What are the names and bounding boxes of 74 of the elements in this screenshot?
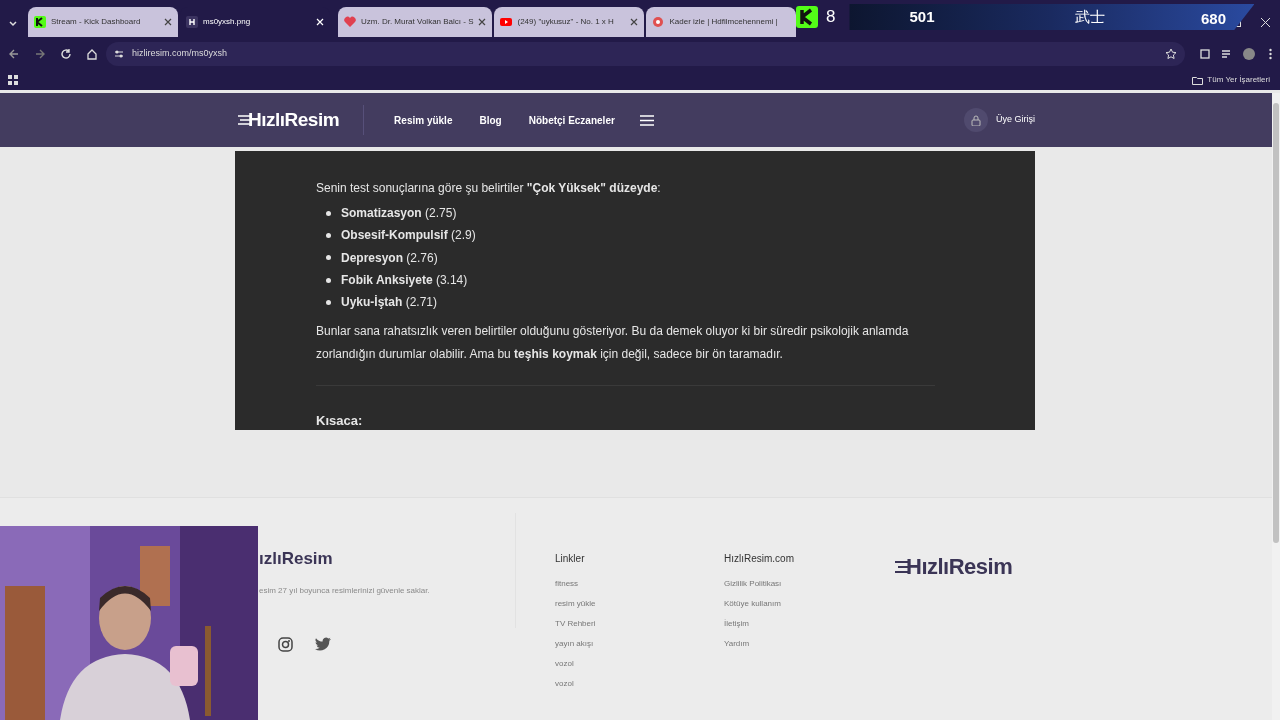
url-text: hizliresim.com/ms0yxsh [132, 47, 228, 61]
lock-icon [964, 108, 988, 132]
bullet-icon [326, 277, 331, 283]
tab-favicon-icon [186, 16, 198, 28]
browser-tab[interactable]: Uzm. Dr. Murat Volkan Balcı - S [338, 7, 493, 37]
tab-title: Uzm. Dr. Murat Volkan Balcı - S [361, 16, 474, 28]
footer-link[interactable]: TV Rehberi [555, 618, 596, 638]
viewer-count: 8 [826, 6, 836, 29]
footer-tagline: esim 27 yıl boyunca resimlerinizi güvenle saklar. [259, 584, 430, 597]
forward-icon[interactable] [34, 48, 46, 60]
footer-link[interactable]: Kötüye kullanım [724, 598, 794, 618]
bookmark-star-icon[interactable] [1165, 48, 1177, 60]
tab-list-icon[interactable] [8, 18, 18, 28]
score-text: 680 [1201, 9, 1227, 29]
footer-link[interactable]: İletişim [724, 618, 794, 638]
login-button[interactable]: Üye Girişi [964, 108, 1035, 132]
footer-link[interactable]: Yardım [724, 638, 794, 658]
footer-column-title: HızlıResim.com [724, 552, 794, 566]
bookmarks-folder[interactable]: Tüm Yer İşaretleri [1192, 74, 1270, 86]
menu-icon[interactable] [639, 114, 654, 126]
list-item-text: Depresyon (2.76) [341, 249, 438, 267]
tab-favicon-icon [500, 16, 513, 28]
kick-logo-icon [796, 6, 818, 28]
nav-link[interactable]: Nöbetçi Eczaneler [528, 112, 615, 128]
browser-tab[interactable]: (249) "uykusuz" - No. 1 x H [494, 7, 645, 37]
home-icon[interactable] [86, 48, 98, 60]
list-item-text: Fobik Anksiyete (3.14) [341, 272, 468, 290]
tab-favicon-icon [652, 16, 665, 28]
close-icon[interactable] [1261, 18, 1270, 27]
footer-link[interactable]: vozol [555, 678, 596, 698]
list-item-text: Obsesif-Kompulsif (2.9) [341, 227, 476, 245]
tab-title: (249) "uykusuz" - No. 1 x H [517, 16, 615, 28]
address-bar[interactable]: hizliresim.com/ms0yxsh [106, 42, 1185, 66]
footer-logo: HızlıResim [895, 550, 1013, 583]
scrollbar[interactable] [1272, 93, 1280, 720]
browser-tab[interactable]: Kader izle | Hdfilmcehennemi | [646, 7, 797, 37]
twitter-bird-icon[interactable] [315, 636, 331, 652]
tab-favicon-icon [344, 16, 356, 28]
nav-link[interactable]: Resim yükle [394, 112, 453, 128]
intro-text: Senin test sonuçlarına göre şu belirtiler "Çok Yüksek" düzeyde: [316, 180, 662, 196]
nav-link[interactable]: Blog [479, 112, 502, 128]
more-menu-icon[interactable] [1269, 48, 1272, 60]
footer-column-title: Linkler [555, 552, 586, 566]
list-item-text: Uyku-İştah (2.71) [341, 294, 438, 312]
instagram-icon[interactable] [278, 636, 293, 652]
browser-tab[interactable]: Stream - Kick Dashboard [28, 7, 178, 37]
player-name: 武士 [1074, 6, 1105, 27]
bullet-icon [326, 255, 331, 261]
paragraph-text: Bunlar sana rahatsızlık veren belirtiler olduğunu gösteriyor. Bu da demek oluyor ki bir süredir psikolojik anlamda zorlandığın durumlar olabilir. Ama bu teşhis koymak için değil, sadece bir ön taramadır. [316, 323, 910, 363]
site-settings-icon[interactable] [114, 49, 124, 59]
section-heading: Kısaca: [316, 412, 364, 431]
reload-icon[interactable] [60, 48, 72, 60]
media-icon[interactable] [1221, 48, 1233, 60]
apps-icon[interactable] [8, 75, 18, 85]
footer-link[interactable]: fitness [555, 578, 596, 598]
list-item-text: Somatizasyon (2.75) [341, 205, 457, 223]
profile-avatar-icon[interactable] [1243, 48, 1255, 60]
site-logo[interactable]: HızlıResim [238, 105, 340, 135]
footer-link[interactable]: Gizlilik Politikası [724, 578, 794, 598]
tab-title: Stream - Kick Dashboard [51, 16, 142, 28]
footer-link[interactable]: resim yükle [555, 598, 596, 618]
footer-link[interactable]: yayın akışı [555, 638, 596, 658]
tab-title: ms0yxsh.png [203, 16, 252, 28]
tab-favicon-icon [34, 16, 46, 28]
score-text: 501 [909, 6, 935, 27]
footer-link[interactable]: vozol [555, 658, 596, 678]
tab-title: Kader izle | Hdfilmcehennemi | [669, 16, 779, 28]
bullet-icon [326, 210, 331, 216]
back-icon[interactable] [8, 48, 20, 60]
bullet-icon [326, 232, 331, 238]
footer-logo: ızlıResim [259, 548, 334, 570]
extensions-icon[interactable] [1199, 48, 1211, 60]
bullet-icon [326, 299, 331, 305]
folder-icon [1192, 75, 1204, 85]
